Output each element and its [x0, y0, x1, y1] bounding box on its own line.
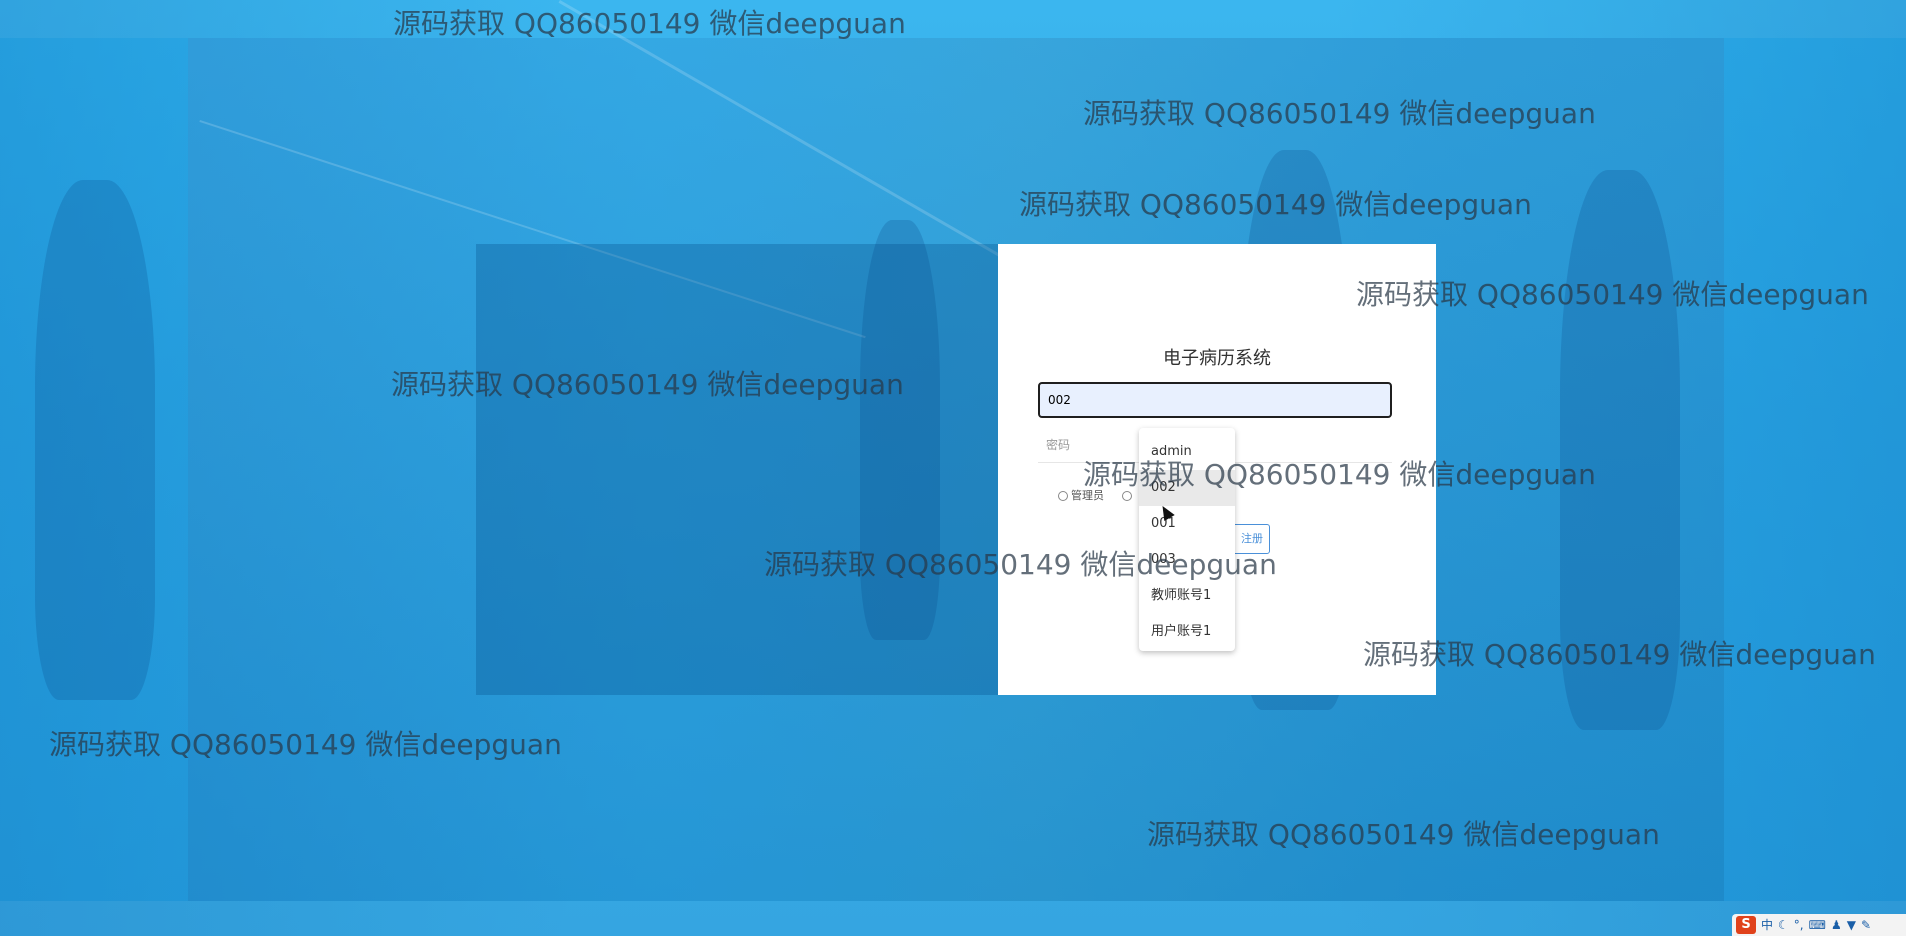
radio-icon[interactable]	[1121, 490, 1132, 501]
autocomplete-option[interactable]: 用户账号1	[1139, 614, 1235, 650]
tool-icon[interactable]: ✎	[1861, 914, 1871, 936]
ime-mode-label[interactable]: 中	[1761, 914, 1773, 936]
keyboard-icon[interactable]: ⌨	[1809, 914, 1826, 936]
background-strip-top	[0, 0, 1906, 38]
autocomplete-option[interactable]: 001	[1139, 506, 1235, 542]
role-admin-label: 管理员	[1071, 489, 1104, 502]
system-title: 电子病历系统	[1163, 348, 1271, 369]
silhouette-shape	[1560, 170, 1680, 730]
screen: 电子病历系统 002 密码 管理员 注册 admin 002 001 003 教…	[0, 0, 1906, 936]
autocomplete-option[interactable]: 教师账号1	[1139, 578, 1235, 614]
background-strip-bottom	[0, 901, 1906, 936]
radio-icon[interactable]	[1058, 491, 1068, 501]
punctuation-icon[interactable]: °,	[1794, 914, 1804, 936]
autocomplete-option[interactable]: 003	[1139, 542, 1235, 578]
autocomplete-option-highlighted[interactable]: 002	[1139, 470, 1235, 506]
autocomplete-dropdown: admin 002 001 003 教师账号1 用户账号1	[1139, 428, 1235, 651]
login-card-image-panel	[476, 244, 998, 695]
autocomplete-option[interactable]: admin	[1139, 434, 1235, 470]
silhouette-shape	[35, 180, 155, 700]
role-admin-option[interactable]: 管理员	[1058, 487, 1104, 503]
role-radio-group: 管理员	[1058, 487, 1149, 503]
ime-toolbar[interactable]: S 中 ☾ °, ⌨ ♟ ▼ ✎	[1732, 914, 1906, 936]
sogou-logo-icon[interactable]: S	[1736, 916, 1756, 934]
shirt-icon[interactable]: ▼	[1847, 914, 1856, 936]
username-input[interactable]: 002	[1038, 382, 1392, 418]
role-other-option[interactable]	[1121, 489, 1135, 502]
user-icon[interactable]: ♟	[1831, 914, 1842, 936]
moon-icon[interactable]: ☾	[1778, 914, 1789, 936]
